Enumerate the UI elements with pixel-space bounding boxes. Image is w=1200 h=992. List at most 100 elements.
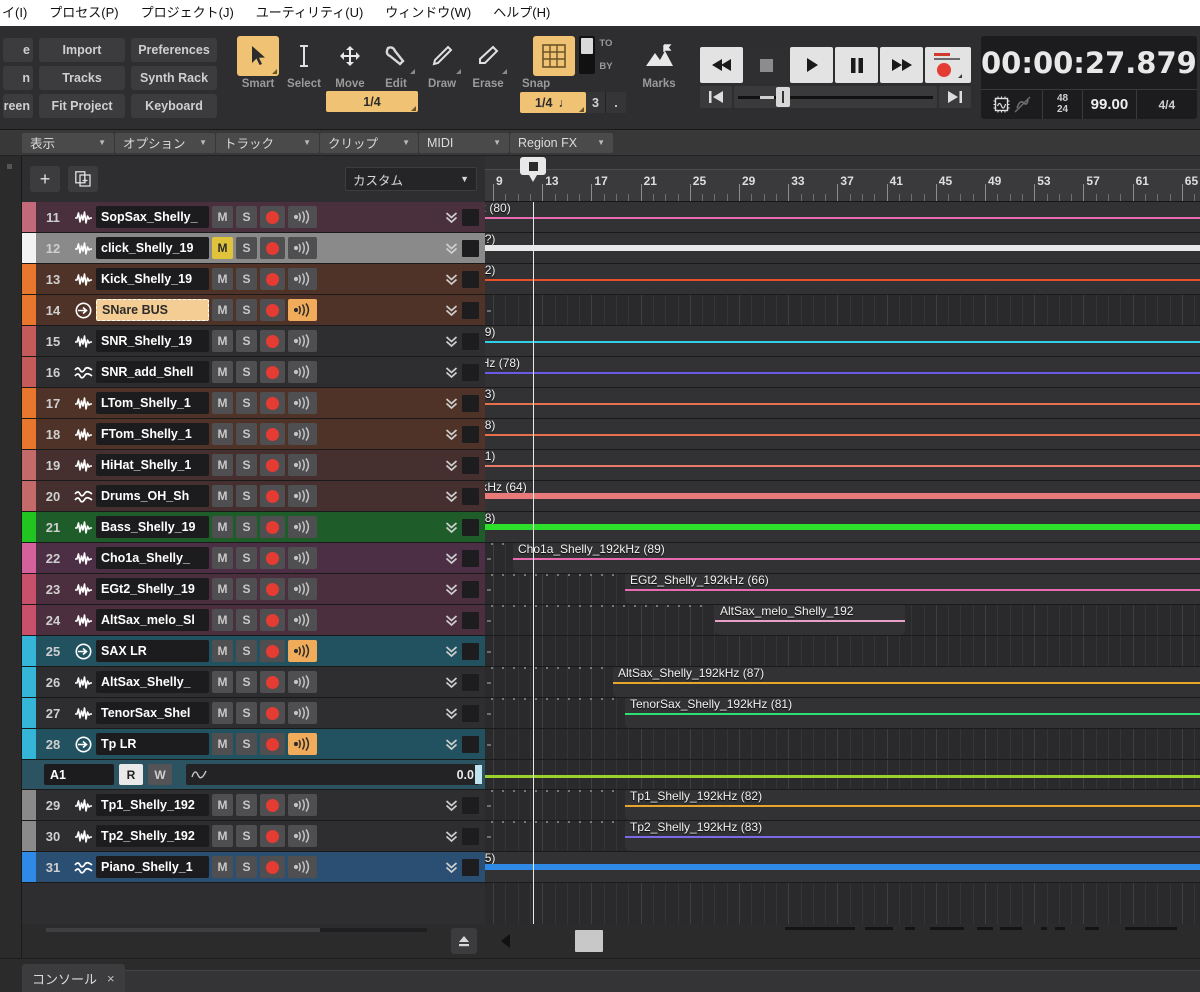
sample-rate-display[interactable]: 48 24 — [1043, 90, 1083, 119]
solo-button[interactable]: S — [236, 578, 257, 600]
track-color-strip[interactable] — [22, 202, 36, 232]
snap-count-field[interactable]: 3 — [586, 92, 606, 113]
submenu-options[interactable]: オプション ▼ — [115, 133, 215, 153]
mute-button[interactable]: M — [212, 825, 233, 847]
track-expand-chevron-icon[interactable] — [440, 614, 462, 627]
input-monitor-button[interactable] — [288, 547, 317, 569]
track-view-preset-select[interactable]: カスタム ▼ — [345, 167, 477, 191]
automation-write-button[interactable]: W — [148, 764, 172, 785]
solo-button[interactable]: S — [236, 299, 257, 321]
clip-lane[interactable]: 192kHz (6?) — [485, 233, 1200, 264]
clip-lane[interactable]: 192kHz (88) — [485, 512, 1200, 543]
audio-clip[interactable]: elly_192kHz (78) — [485, 357, 1200, 387]
scroll-left-arrow-icon[interactable] — [501, 934, 510, 948]
pause-button[interactable] — [835, 47, 878, 83]
record-arm-button[interactable] — [260, 825, 285, 847]
input-monitor-button[interactable] — [288, 856, 317, 878]
track-name-field[interactable]: AltSax_melo_Sl — [96, 609, 209, 631]
submenu-midi[interactable]: MIDI ▼ — [419, 133, 509, 153]
submenu-clip[interactable]: クリップ ▼ — [320, 133, 418, 153]
track-row[interactable]: 16SNR_add_ShellMS — [22, 357, 485, 388]
clip-lane[interactable]: 192kHz (71) — [485, 450, 1200, 481]
mute-button[interactable]: M — [212, 547, 233, 569]
track-row[interactable]: 22Cho1a_Shelly_MS — [22, 543, 485, 574]
input-monitor-button[interactable] — [288, 330, 317, 352]
record-arm-button[interactable] — [260, 794, 285, 816]
timeline-ruler[interactable]: 91317212529333741454953576165 — [485, 156, 1200, 202]
solo-button[interactable]: S — [236, 454, 257, 476]
track-expand-chevron-icon[interactable] — [440, 366, 462, 379]
track-name-field[interactable]: TenorSax_Shel — [96, 702, 209, 724]
input-monitor-button[interactable] — [288, 392, 317, 414]
track-color-strip[interactable] — [22, 326, 36, 356]
preferences-button[interactable]: Preferences — [131, 38, 217, 62]
console-tab[interactable]: コンソール × — [22, 964, 125, 992]
track-name-field[interactable]: AltSax_Shelly_ — [96, 671, 209, 693]
track-color-strip[interactable] — [22, 295, 36, 325]
track-color-strip[interactable] — [22, 419, 36, 449]
track-row[interactable]: 17LTom_Shelly_1MS — [22, 388, 485, 419]
tool-move[interactable]: Move — [328, 36, 372, 90]
submenu-region-fx[interactable]: Region FX ▼ — [510, 133, 613, 153]
track-row[interactable]: 24AltSax_melo_SlMS — [22, 605, 485, 636]
track-row[interactable]: 18FTom_Shelly_1MS — [22, 419, 485, 450]
input-monitor-button[interactable] — [288, 516, 317, 538]
tool-draw[interactable]: Draw — [420, 36, 464, 90]
tool-smart[interactable]: Smart — [236, 36, 280, 90]
track-row[interactable]: 20Drums_OH_ShMS — [22, 481, 485, 512]
close-icon[interactable]: × — [107, 971, 115, 986]
audio-clip[interactable]: helly_192kHz (64) — [485, 481, 1200, 511]
menu-item-project[interactable]: プロジェクト(J) — [130, 0, 245, 26]
input-monitor-button[interactable] — [288, 640, 317, 662]
eject-icon[interactable] — [451, 928, 477, 954]
track-name-field[interactable]: SNare BUS — [96, 299, 209, 321]
synth-rack-button[interactable]: Synth Rack — [131, 66, 217, 90]
solo-button[interactable]: S — [236, 206, 257, 228]
solo-button[interactable]: S — [236, 856, 257, 878]
automation-lane[interactable]: A1RW0.0 — [22, 760, 485, 790]
track-name-field[interactable]: Cho1a_Shelly_ — [96, 547, 209, 569]
track-color-strip[interactable] — [22, 357, 36, 387]
audio-clip[interactable]: AltSax_melo_Shelly_192 — [715, 605, 905, 635]
toolbar-button-clipped-1[interactable]: e — [3, 38, 33, 62]
clip-lane[interactable]: 192kHz (73) — [485, 388, 1200, 419]
mute-button[interactable]: M — [212, 671, 233, 693]
track-expand-chevron-icon[interactable] — [440, 830, 462, 843]
automation-value-slider[interactable]: 0.0 — [186, 764, 479, 785]
track-row[interactable]: 14SNare BUSMS — [22, 295, 485, 326]
fast-forward-button[interactable] — [880, 47, 923, 83]
solo-button[interactable]: S — [236, 702, 257, 724]
track-name-field[interactable]: Tp1_Shelly_192 — [96, 794, 209, 816]
track-color-strip[interactable] — [22, 605, 36, 635]
track-name-field[interactable]: Drums_OH_Sh — [96, 485, 209, 507]
mute-button[interactable]: M — [212, 640, 233, 662]
solo-button[interactable]: S — [236, 485, 257, 507]
solo-button[interactable]: S — [236, 671, 257, 693]
record-arm-button[interactable] — [260, 361, 285, 383]
record-arm-button[interactable] — [260, 206, 285, 228]
track-row[interactable]: 25SAX LRMS — [22, 636, 485, 667]
playhead-marker[interactable] — [520, 157, 546, 175]
track-name-field[interactable]: Tp LR — [96, 733, 209, 755]
menu-item-help[interactable]: ヘルプ(H) — [482, 0, 561, 26]
mute-button[interactable]: M — [212, 392, 233, 414]
track-expand-chevron-icon[interactable] — [440, 738, 462, 751]
mute-button[interactable]: M — [212, 299, 233, 321]
audio-clip[interactable]: 192kHz (88) — [485, 512, 1200, 542]
submenu-track[interactable]: トラック ▼ — [216, 133, 319, 153]
mute-button[interactable]: M — [212, 454, 233, 476]
audio-clip[interactable]: ly_192kHz (80) — [485, 202, 1200, 232]
clip-lane[interactable]: elly_192kHz (78) — [485, 357, 1200, 388]
record-arm-button[interactable] — [260, 856, 285, 878]
submenu-view[interactable]: 表示 ▼ — [22, 133, 114, 153]
track-row[interactable]: 28Tp LRMS — [22, 729, 485, 760]
input-monitor-button[interactable] — [288, 299, 317, 321]
audio-clip[interactable]: 192kHz (68) — [485, 419, 1200, 449]
clip-hscroll-thumb[interactable] — [575, 930, 603, 952]
clip-lane[interactable]: 192kHz (72) — [485, 264, 1200, 295]
input-monitor-button[interactable] — [288, 825, 317, 847]
input-monitor-button[interactable] — [288, 268, 317, 290]
snap-dot-field[interactable]: . — [606, 92, 626, 113]
mute-button[interactable]: M — [212, 733, 233, 755]
menu-item-window[interactable]: ウィンドウ(W) — [374, 0, 482, 26]
